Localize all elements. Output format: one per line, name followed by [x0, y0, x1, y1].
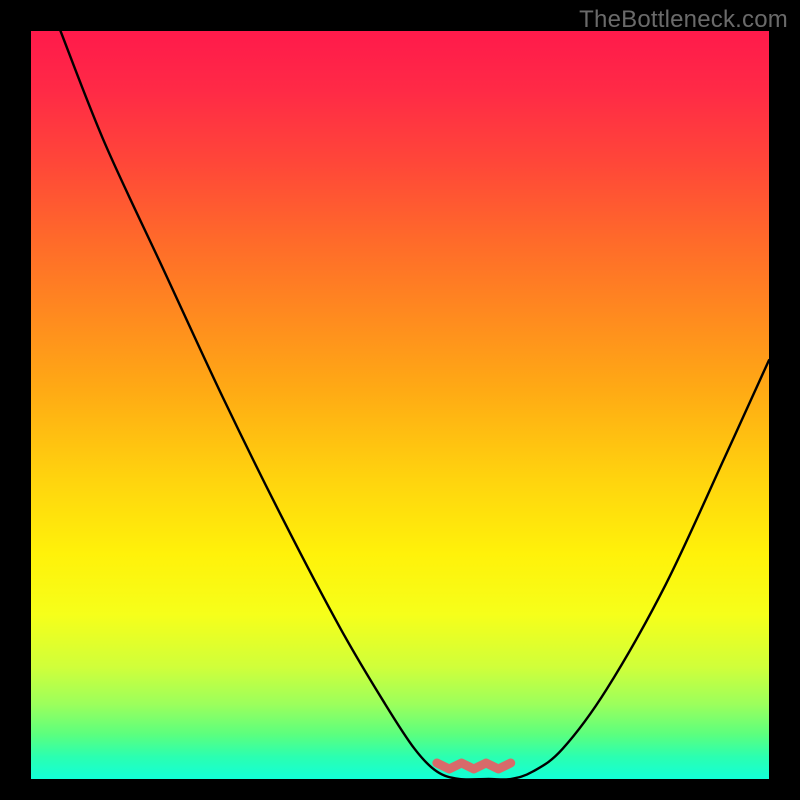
plot-area [31, 31, 769, 779]
bottom-marker [437, 763, 511, 769]
curve-svg [31, 31, 769, 779]
bottleneck-curve-line [61, 31, 769, 779]
watermark-text: TheBottleneck.com [579, 6, 788, 34]
chart-frame: TheBottleneck.com [0, 0, 800, 800]
